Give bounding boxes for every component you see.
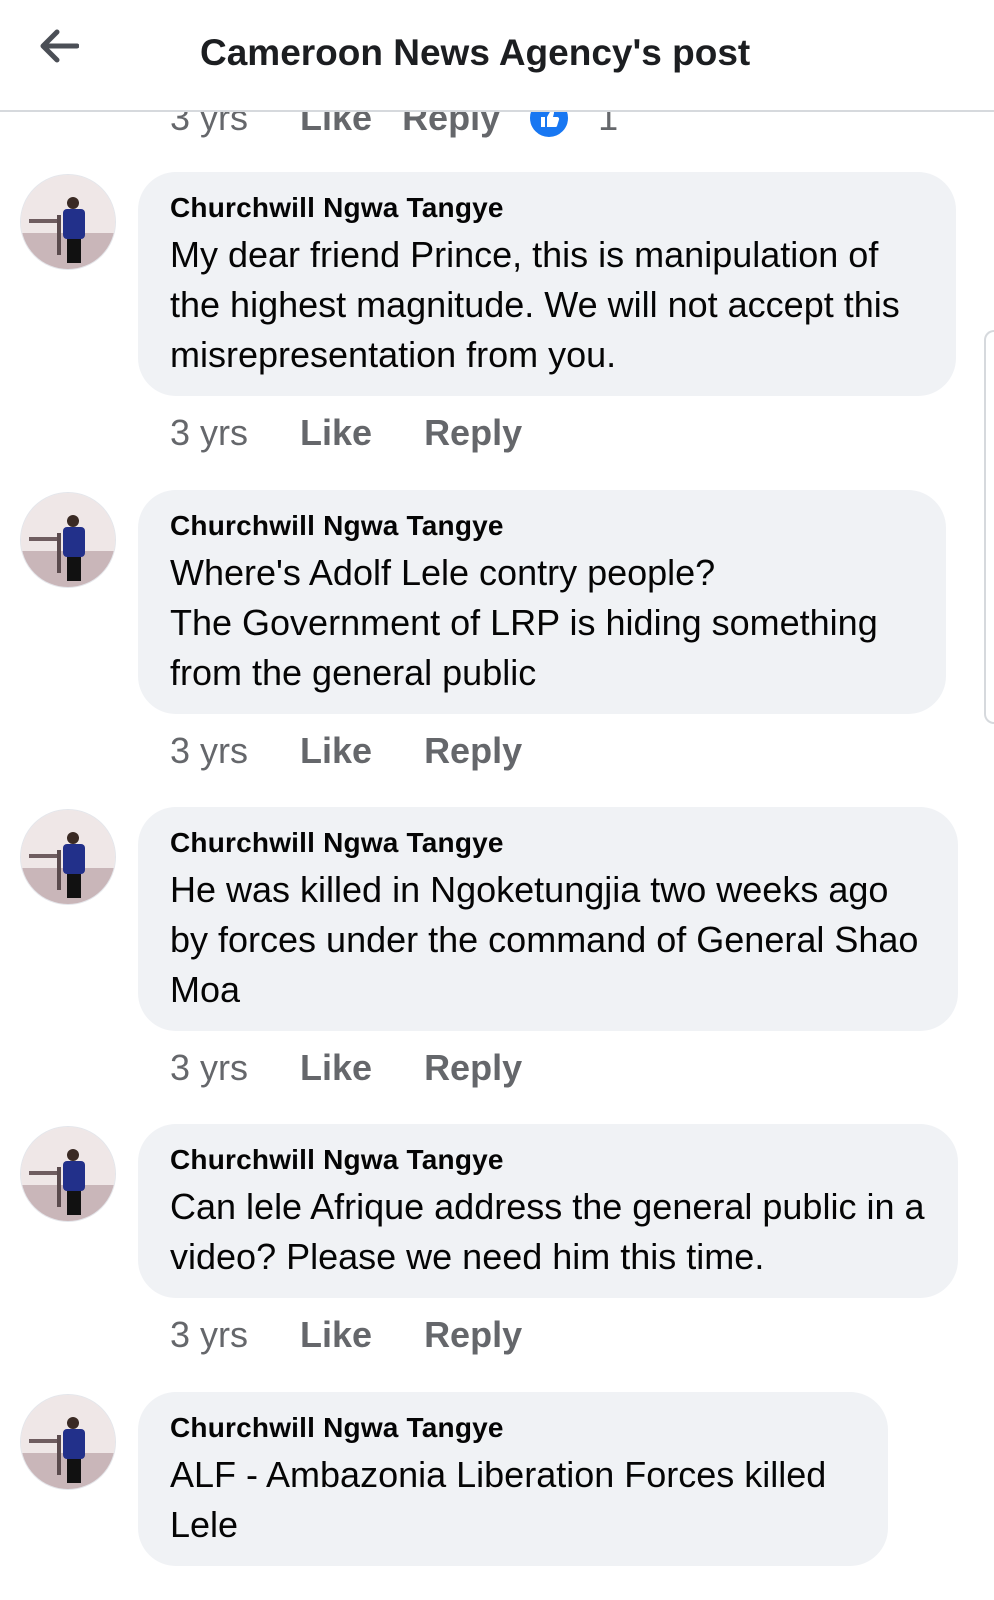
comment-bubble: Churchwill Ngwa Tangye My dear friend Pr…	[138, 172, 956, 396]
comment-text: Can lele Afrique address the general pub…	[170, 1186, 925, 1277]
avatar[interactable]	[20, 492, 116, 588]
comment-text: He was killed in Ngoketungjia two weeks …	[170, 869, 919, 1010]
comment-author[interactable]: Churchwill Ngwa Tangye	[170, 827, 926, 859]
like-button[interactable]: Like	[300, 412, 372, 454]
comment-text: ALF - Ambazonia Liberation Forces killed…	[170, 1454, 827, 1545]
comment-bubble: Churchwill Ngwa Tangye He was killed in …	[138, 807, 958, 1031]
comment-time[interactable]: 3 yrs	[170, 730, 248, 772]
comment-text: My dear friend Prince, this is manipulat…	[170, 234, 900, 375]
comment-author[interactable]: Churchwill Ngwa Tangye	[170, 1144, 926, 1176]
avatar[interactable]	[20, 174, 116, 270]
reply-button[interactable]: Reply	[424, 1047, 522, 1089]
avatar[interactable]	[20, 809, 116, 905]
comment-text: Where's Adolf Lele contry people? The Go…	[170, 552, 878, 693]
arrow-left-icon	[40, 29, 79, 63]
comment-actions: 3 yrs Like Reply	[170, 730, 522, 772]
comment-time[interactable]: 3 yrs	[170, 1314, 248, 1356]
comment-time[interactable]: 3 yrs	[170, 1047, 248, 1089]
comment-author[interactable]: Churchwill Ngwa Tangye	[170, 510, 914, 542]
top-bar: Cameroon News Agency's post	[0, 0, 994, 112]
avatar[interactable]	[20, 1126, 116, 1222]
like-button[interactable]: Like	[300, 730, 372, 772]
comment-bubble: Churchwill Ngwa Tangye Where's Adolf Lel…	[138, 490, 946, 714]
back-button[interactable]	[36, 26, 82, 66]
like-button[interactable]: Like	[300, 1314, 372, 1356]
avatar[interactable]	[20, 1394, 116, 1490]
page-title: Cameroon News Agency's post	[200, 32, 751, 73]
comment-actions: 3 yrs Like Reply	[170, 1047, 522, 1089]
comment-bubble: Churchwill Ngwa Tangye Can lele Afrique …	[138, 1124, 958, 1298]
comment-actions: 3 yrs Like Reply	[170, 412, 522, 454]
comment-time[interactable]: 3 yrs	[170, 412, 248, 454]
side-scroll-edge[interactable]	[984, 330, 994, 724]
comment-actions: 3 yrs Like Reply	[170, 1314, 522, 1356]
reply-button[interactable]: Reply	[424, 1314, 522, 1356]
comment-bubble: Churchwill Ngwa Tangye ALF - Ambazonia L…	[138, 1392, 888, 1566]
like-button[interactable]: Like	[300, 1047, 372, 1089]
comment-author[interactable]: Churchwill Ngwa Tangye	[170, 1412, 856, 1444]
reply-button[interactable]: Reply	[424, 412, 522, 454]
comment-author[interactable]: Churchwill Ngwa Tangye	[170, 192, 924, 224]
reply-button[interactable]: Reply	[424, 730, 522, 772]
